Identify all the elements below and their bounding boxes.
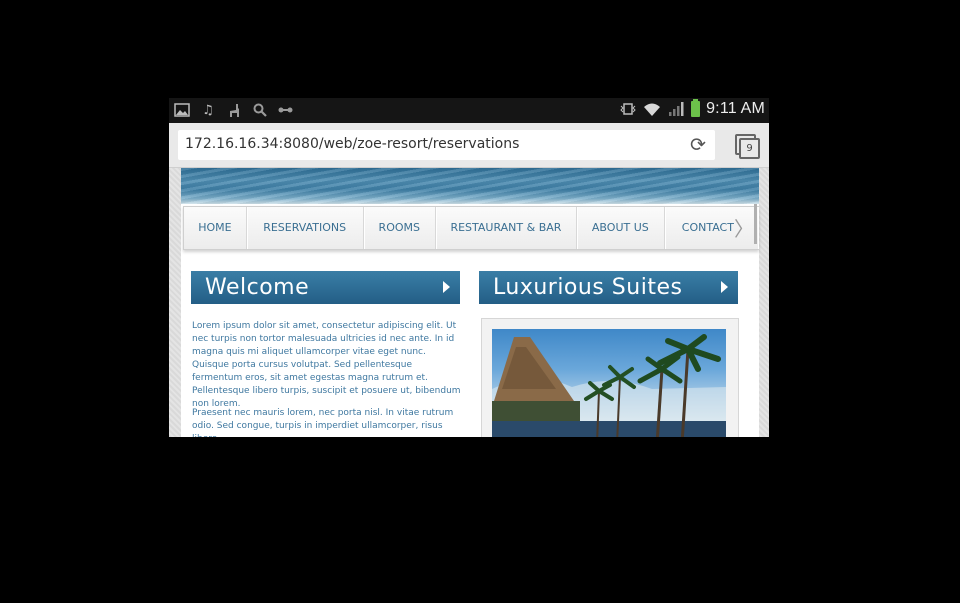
notification-icons: ♫ — [173, 102, 295, 118]
search-icon — [251, 102, 269, 118]
wifi-icon — [643, 101, 661, 117]
hero-ocean-image — [181, 168, 759, 204]
suite-photo-frame — [481, 318, 739, 437]
welcome-paragraph-1: Lorem ipsum dolor sit amet, consectetur … — [192, 321, 461, 409]
phone-screen: ♫ 9:11 AM 172.16.16.34:8080/web/zoe-reso… — [169, 98, 769, 437]
reload-icon[interactable]: ⟳ — [687, 134, 709, 156]
welcome-header[interactable]: Welcome — [191, 271, 460, 304]
suites-title: Luxurious Suites — [493, 275, 683, 300]
url-text[interactable]: 172.16.16.34:8080/web/zoe-resort/reserva… — [185, 136, 519, 152]
image-icon — [173, 102, 191, 118]
vibrate-icon — [619, 101, 637, 117]
nav-rooms[interactable]: ROOMS — [364, 207, 436, 249]
usb-icon — [277, 102, 295, 118]
battery-icon — [691, 99, 701, 117]
llama-icon — [225, 102, 243, 118]
signal-icon — [667, 101, 685, 117]
suites-header[interactable]: Luxurious Suites — [479, 271, 738, 304]
clock: 9:11 AM — [706, 100, 765, 117]
arrow-right-icon — [721, 281, 728, 293]
page-scrollbar[interactable] — [754, 204, 757, 244]
main-nav: HOME RESERVATIONS ROOMS RESTAURANT & BAR… — [183, 206, 759, 250]
suite-photo[interactable] — [492, 329, 726, 437]
nav-restaurant-bar[interactable]: RESTAURANT & BAR — [436, 207, 577, 249]
music-note-icon: ♫ — [202, 102, 214, 118]
nav-reservations[interactable]: RESERVATIONS — [247, 207, 364, 249]
system-icons: 9:11 AM — [619, 99, 765, 118]
browser-toolbar: 172.16.16.34:8080/web/zoe-resort/reserva… — [169, 123, 769, 168]
nav-about-us[interactable]: ABOUT US — [577, 207, 665, 249]
tabs-button[interactable]: 9 — [733, 132, 760, 159]
nav-home[interactable]: HOME — [184, 207, 247, 249]
welcome-title: Welcome — [205, 275, 310, 300]
welcome-paragraph-2: Praesent nec mauris lorem, nec porta nis… — [192, 408, 454, 437]
nav-scroll-right-icon[interactable]: 〉 — [734, 217, 754, 241]
url-field[interactable]: 172.16.16.34:8080/web/zoe-resort/reserva… — [178, 130, 715, 160]
status-bar: ♫ 9:11 AM — [169, 98, 769, 123]
page-content: HOME RESERVATIONS ROOMS RESTAURANT & BAR… — [181, 204, 759, 437]
tab-count: 9 — [739, 138, 760, 159]
arrow-right-icon — [443, 281, 450, 293]
web-viewport[interactable]: HOME RESERVATIONS ROOMS RESTAURANT & BAR… — [169, 168, 769, 437]
